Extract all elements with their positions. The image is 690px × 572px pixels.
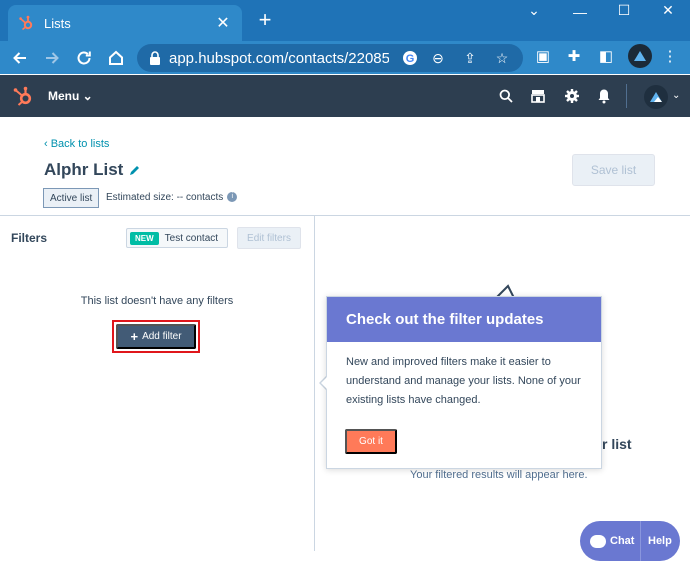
- save-list-button[interactable]: Save list: [572, 154, 655, 186]
- browser-toolbar: app.hubspot.com/contacts/22085... G ⊖ ⇪ …: [0, 41, 690, 74]
- new-tab-button[interactable]: +: [254, 9, 276, 32]
- edit-filters-button[interactable]: Edit filters: [237, 227, 301, 249]
- lock-icon: [149, 51, 161, 65]
- got-it-button[interactable]: Got it: [345, 429, 397, 454]
- home-icon[interactable]: [104, 46, 128, 70]
- tab-close-icon[interactable]: ✕: [214, 13, 232, 33]
- back-to-lists-link[interactable]: ‹ Back to lists: [44, 138, 109, 150]
- estimated-size: Estimated size: -- contacts i: [106, 192, 238, 203]
- popover-title: Check out the filter updates: [327, 297, 601, 342]
- forward-arrow-icon[interactable]: [40, 46, 64, 70]
- search-icon[interactable]: [496, 86, 516, 106]
- info-icon[interactable]: i: [227, 192, 238, 203]
- settings-icon[interactable]: [562, 86, 582, 106]
- google-icon[interactable]: G: [401, 49, 419, 67]
- svg-text:G: G: [406, 53, 415, 65]
- new-badge: NEW: [130, 231, 159, 245]
- results-heading: r list: [602, 436, 632, 452]
- url-text: app.hubspot.com/contacts/22085...: [169, 49, 389, 67]
- chat-bubble-icon: [590, 534, 606, 548]
- status-badge: Active list: [43, 188, 100, 208]
- marketplace-icon[interactable]: [528, 86, 548, 106]
- chat-button[interactable]: Chat: [580, 521, 640, 561]
- panel-divider: [314, 215, 315, 551]
- estimated-size-text: Estimated size: -- contacts: [106, 192, 224, 203]
- test-contact-label: Test contact: [164, 232, 219, 244]
- popover-body: New and improved filters make it easier …: [346, 356, 581, 406]
- bookmark-star-icon[interactable]: ☆: [493, 49, 511, 67]
- extensions-puzzle-icon[interactable]: ✚: [564, 46, 584, 66]
- test-contact-button[interactable]: NEW Test contact: [126, 228, 228, 248]
- add-filter-button[interactable]: + Add filter: [116, 324, 196, 349]
- plus-icon: +: [130, 329, 139, 344]
- tab-search-icon[interactable]: ⌄: [524, 2, 544, 19]
- extension-screenshot-icon[interactable]: ▣: [533, 46, 553, 66]
- profile-avatar-icon[interactable]: [628, 44, 652, 68]
- chevron-down-icon[interactable]: ⌄: [672, 90, 680, 101]
- close-window-icon[interactable]: ✕: [658, 2, 678, 19]
- zoom-icon[interactable]: ⊖: [429, 49, 447, 67]
- account-avatar-icon[interactable]: [644, 85, 668, 109]
- nav-divider: [626, 84, 627, 108]
- browser-tab-bar: Lists ✕ + ⌄ — ☐ ✕: [0, 0, 690, 41]
- hubspot-logo-icon[interactable]: [12, 85, 34, 107]
- pencil-icon[interactable]: [128, 164, 141, 177]
- browser-tab[interactable]: Lists ✕: [8, 5, 242, 41]
- maximize-icon[interactable]: ☐: [614, 2, 634, 19]
- popover-arrow-inner: [321, 376, 328, 390]
- filter-updates-popover: Check out the filter updates New and imp…: [326, 296, 602, 469]
- share-icon[interactable]: ⇪: [461, 49, 479, 67]
- hubspot-favicon-icon: [18, 15, 34, 31]
- browser-menu-icon[interactable]: ⋮: [660, 46, 680, 66]
- results-subtext: Your filtered results will appear here.: [410, 469, 588, 481]
- add-filter-label: Add filter: [142, 331, 182, 342]
- menu-dropdown[interactable]: Menu ⌄: [48, 89, 93, 103]
- side-panel-icon[interactable]: ◧: [596, 46, 616, 66]
- tab-title: Lists: [44, 15, 71, 31]
- page-title: Alphr List: [44, 160, 124, 179]
- back-arrow-icon[interactable]: [8, 46, 32, 70]
- address-bar[interactable]: app.hubspot.com/contacts/22085... G ⊖ ⇪ …: [137, 44, 523, 72]
- chat-label: Chat: [610, 535, 635, 547]
- hubspot-nav: Menu ⌄ ⌄: [0, 75, 690, 117]
- minimize-icon[interactable]: —: [570, 4, 590, 20]
- reload-icon[interactable]: [72, 46, 96, 70]
- notifications-icon[interactable]: [594, 86, 614, 106]
- chat-widget: Chat Help: [580, 521, 680, 561]
- filters-title: Filters: [11, 231, 48, 245]
- empty-filters-text: This list doesn't have any filters: [80, 295, 234, 307]
- header-divider: [0, 215, 690, 216]
- help-button[interactable]: Help: [641, 535, 672, 547]
